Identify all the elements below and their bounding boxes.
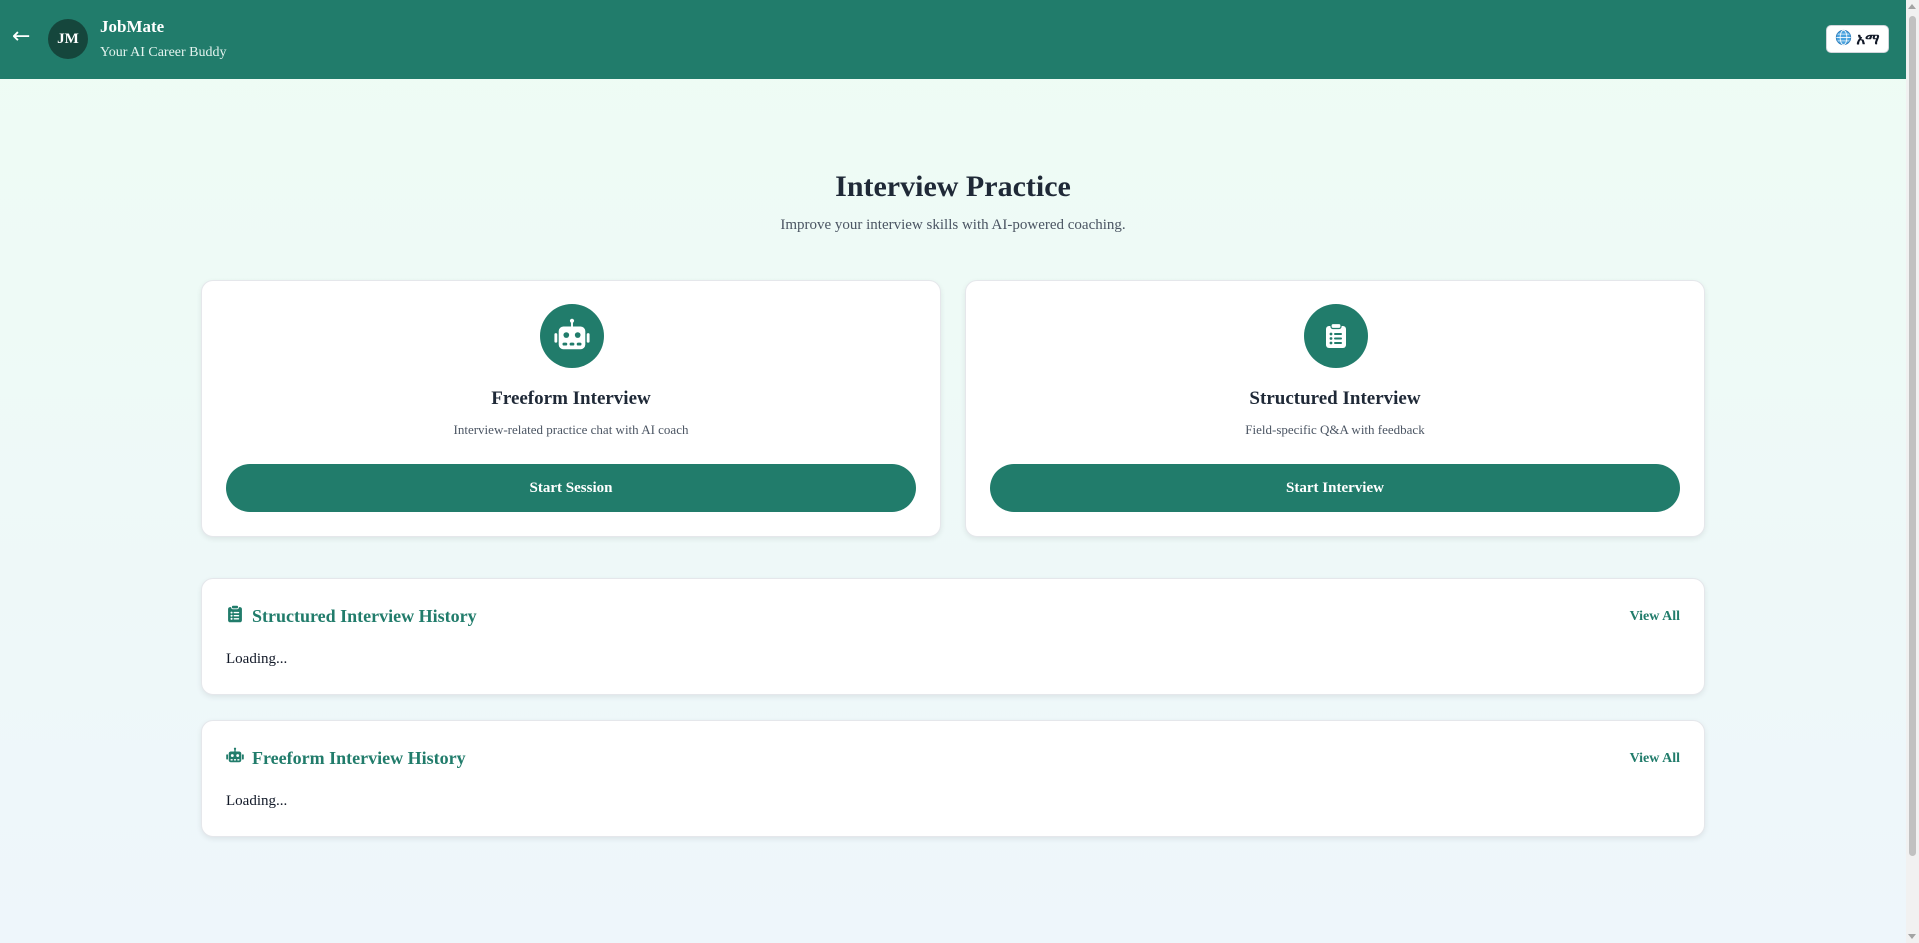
scroll-down-arrow-icon[interactable] — [1908, 934, 1916, 939]
scroll-up-arrow-icon[interactable] — [1908, 4, 1916, 9]
globe-icon — [1835, 29, 1852, 50]
start-interview-button[interactable]: Start Interview — [990, 464, 1680, 512]
top-navbar: ← JM JobMate Your AI Career Buddy አማ — [0, 0, 1906, 79]
freeform-interview-card: Freeform Interview Interview-related pra… — [201, 280, 941, 537]
structured-interview-title: Structured Interview — [1249, 388, 1421, 409]
freeform-history-title: Freeform Interview History — [252, 748, 466, 768]
structured-history-view-all-link[interactable]: View All — [1630, 609, 1680, 625]
structured-history-title: Structured Interview History — [252, 606, 477, 626]
freeform-interview-history-card: Freeform Interview History View All Load… — [201, 720, 1705, 837]
robot-icon — [540, 304, 604, 368]
freeform-history-view-all-link[interactable]: View All — [1630, 751, 1680, 767]
clipboard-list-icon — [1304, 304, 1368, 368]
freeform-history-header: Freeform Interview History — [226, 747, 466, 770]
freeform-interview-description: Interview-related practice chat with AI … — [453, 422, 689, 437]
structured-history-loading-text: Loading... — [226, 651, 288, 667]
page-scrollbar[interactable] — [1906, 0, 1919, 943]
structured-interview-description: Field-specific Q&A with feedback — [1245, 422, 1425, 437]
freeform-interview-title: Freeform Interview — [491, 388, 651, 409]
clipboard-list-icon — [226, 604, 244, 628]
start-session-button[interactable]: Start Session — [226, 464, 916, 512]
language-toggle-button[interactable]: አማ — [1826, 25, 1889, 53]
freeform-history-loading-text: Loading... — [226, 793, 288, 809]
robot-icon — [226, 747, 244, 770]
structured-interview-history-card: Structured Interview History View All Lo… — [201, 578, 1705, 695]
page-title: Interview Practice — [835, 170, 1071, 203]
app-tagline: Your AI Career Buddy — [100, 45, 227, 60]
language-label: አማ — [1856, 30, 1880, 48]
page-subtitle: Improve your interview skills with AI-po… — [780, 217, 1126, 233]
avatar: JM — [48, 19, 88, 59]
structured-history-header: Structured Interview History — [226, 604, 477, 628]
scrollbar-thumb[interactable] — [1909, 16, 1916, 856]
back-arrow-icon[interactable]: ← — [12, 26, 30, 48]
app-name: JobMate — [100, 17, 165, 36]
structured-interview-card: Structured Interview Field-specific Q&A … — [965, 280, 1705, 537]
